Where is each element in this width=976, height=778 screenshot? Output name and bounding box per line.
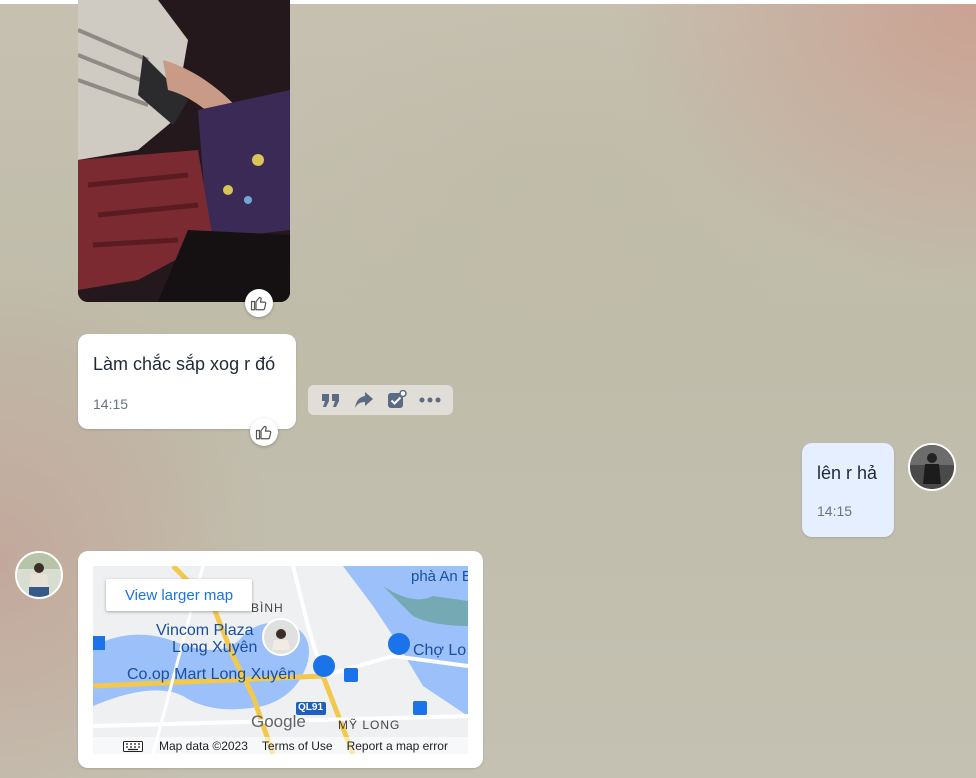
more-icon[interactable] — [417, 387, 443, 413]
photo-image — [78, 0, 290, 302]
thumbs-up-icon[interactable] — [245, 289, 273, 317]
google-logo: Google — [251, 712, 306, 731]
thumbs-up-icon[interactable] — [250, 418, 278, 446]
message-time: 14:15 — [93, 396, 129, 412]
message-text: Làm chắc sắp xog r đó — [93, 354, 276, 374]
message-text: lên r hả — [817, 463, 878, 483]
avatar[interactable] — [908, 443, 956, 491]
location-message-card[interactable]: View larger map phà An B BÌNH Vincom Pla… — [78, 551, 483, 768]
message-time: 14:15 — [817, 503, 853, 519]
map-label-coop-mart: Co.op Mart Long Xuyên — [127, 666, 296, 683]
forward-icon[interactable] — [351, 387, 377, 413]
map-label-long-xuyen: Long Xuyên — [172, 639, 258, 656]
terms-of-use-link[interactable]: Terms of Use — [262, 739, 333, 753]
view-larger-map-button[interactable]: View larger map — [106, 579, 252, 611]
photo-message[interactable] — [78, 0, 290, 302]
keyboard-icon[interactable] — [123, 741, 143, 754]
map-label-vincom: Vincom Plaza — [156, 622, 254, 639]
message-action-toolbar — [308, 385, 453, 415]
map-data-text: Map data ©2023 — [159, 738, 248, 753]
avatar[interactable] — [15, 551, 63, 599]
received-message-bubble[interactable]: Làm chắc sắp xog r đó 14:15 — [78, 334, 296, 429]
map-label-cho-lo: Chợ Lo — [413, 642, 467, 659]
map-view[interactable]: View larger map phà An B BÌNH Vincom Pla… — [93, 566, 468, 754]
task-check-icon[interactable] — [384, 387, 410, 413]
map-label-my-long: MỸ LONG — [338, 718, 401, 732]
quote-icon[interactable] — [318, 387, 344, 413]
report-map-error-link[interactable]: Report a map error — [347, 739, 448, 753]
sent-message-bubble[interactable]: lên r hả 14:15 — [802, 443, 894, 537]
map-footer: Map data ©2023 Terms of Use Report a map… — [93, 737, 468, 754]
map-label-pha-an: phà An B — [411, 568, 468, 585]
map-label-binh: BÌNH — [251, 601, 284, 615]
